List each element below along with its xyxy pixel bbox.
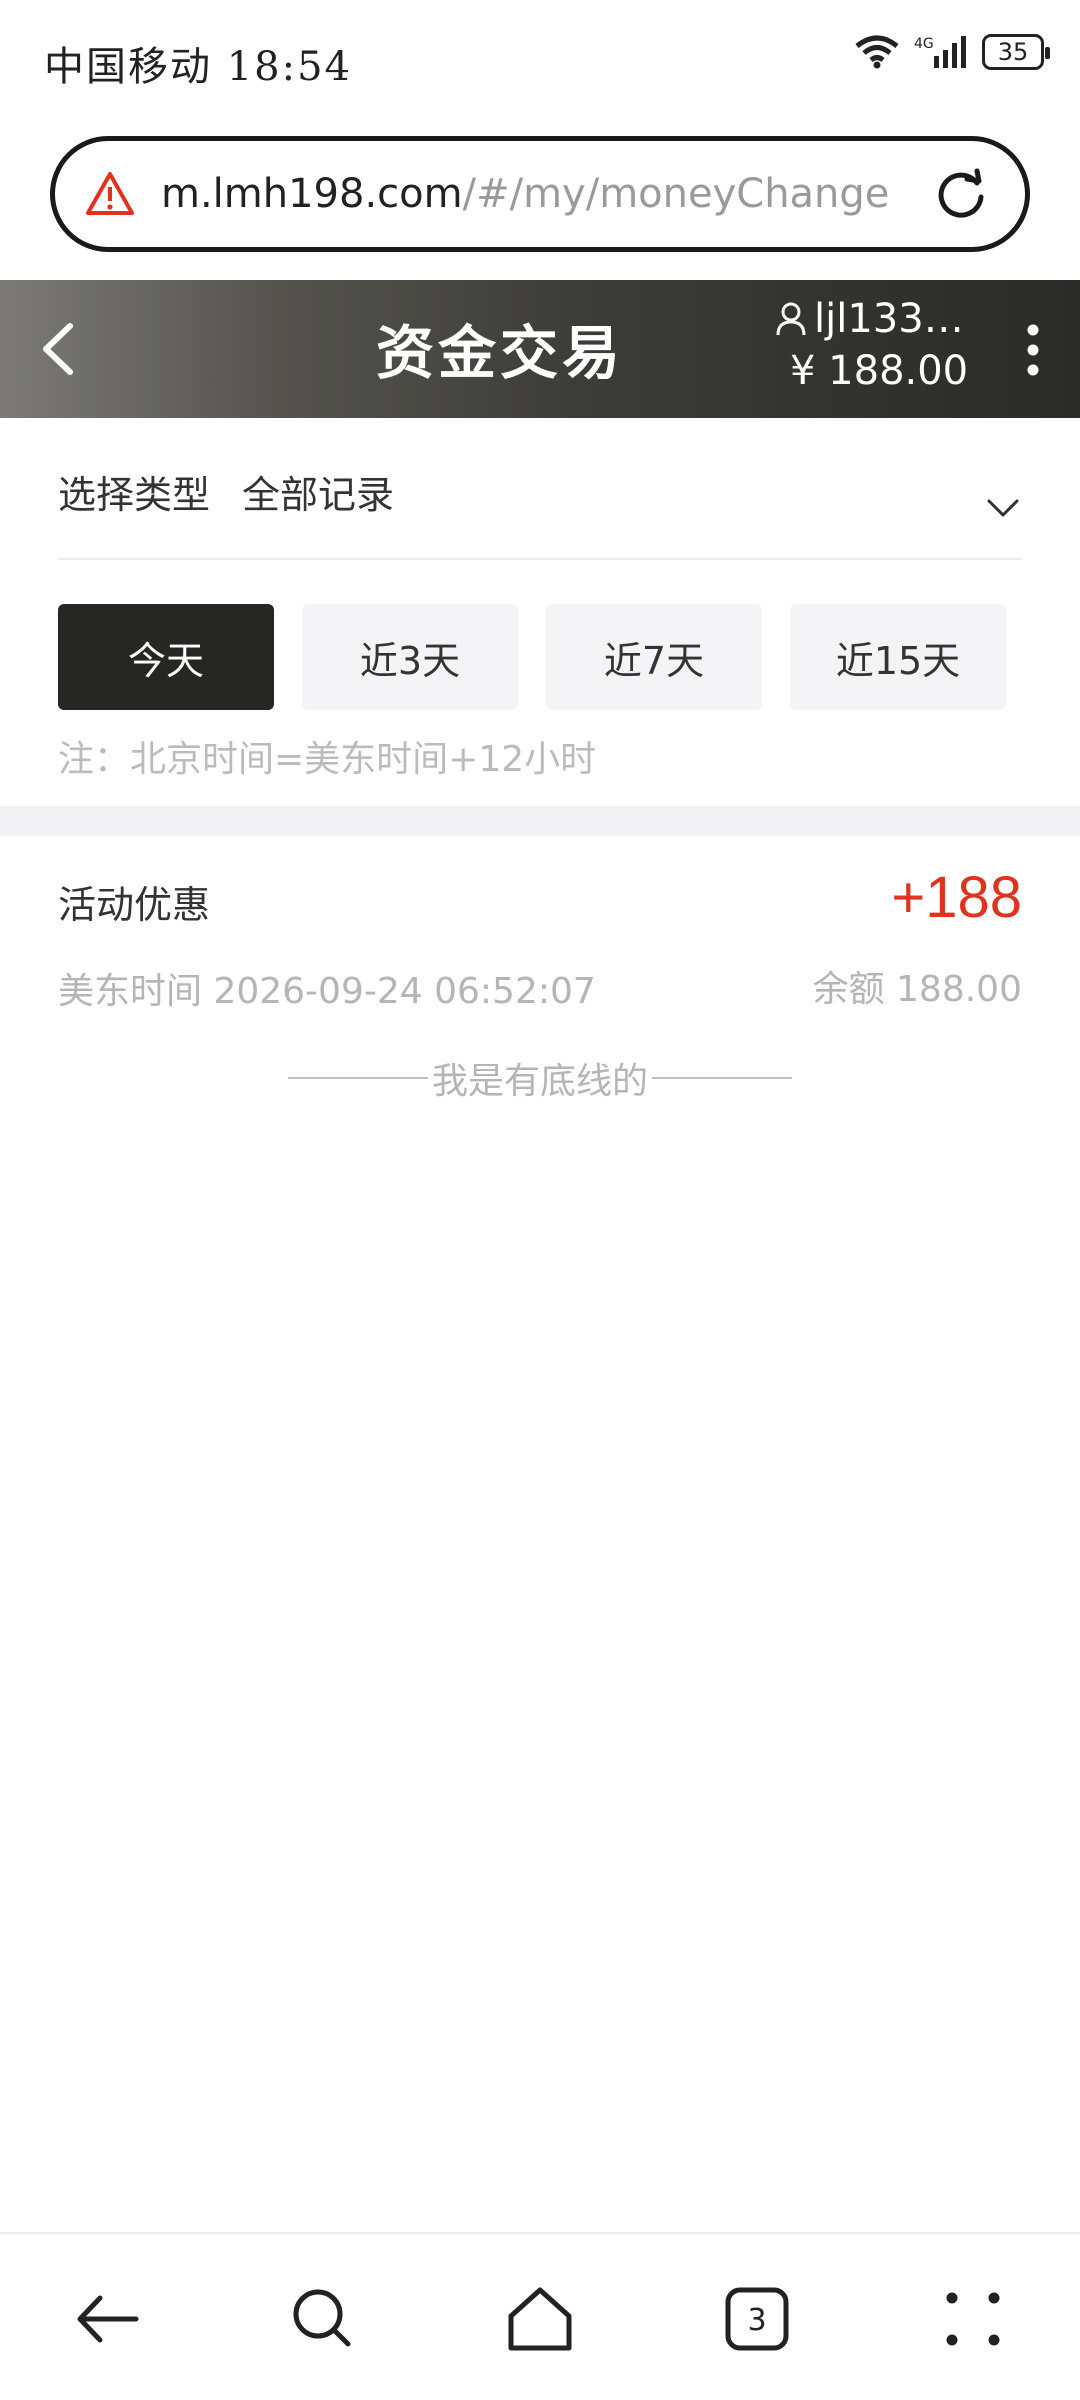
browser-bottom-nav: 3 xyxy=(0,2232,1080,2400)
record-balance: 余额 188.00 xyxy=(812,969,1022,1010)
url-text[interactable]: m.lmh198.com/#/my/moneyChange xyxy=(161,171,889,217)
nav-search-icon[interactable] xyxy=(288,2284,358,2354)
timezone-note: 注：北京时间=美东时间+12小时 xyxy=(58,739,597,780)
filter-value: 全部记录 xyxy=(242,472,395,517)
rule-left xyxy=(288,1077,428,1079)
date-range-tabs: 今天 近3天 近7天 近15天 xyxy=(58,604,1006,710)
user-info[interactable]: ljl133… ¥ 188.00 xyxy=(776,296,976,394)
status-bar: 中国移动 18:54 4G 35 xyxy=(0,0,1080,120)
page-header: 资金交易 ljl133… ¥ 188.00 xyxy=(0,280,1080,418)
carrier-time: 中国移动 18:54 xyxy=(44,44,352,90)
end-text: 我是有底线的 xyxy=(432,1061,649,1102)
url-path: /#/my/moneyChange xyxy=(462,171,890,217)
record-time: 美东时间 2026-09-24 06:52:07 xyxy=(58,971,596,1012)
username-line: ljl133… xyxy=(776,296,976,342)
filter-label: 选择类型 xyxy=(58,472,211,517)
user-icon xyxy=(776,302,806,336)
tab-7-days[interactable]: 近7天 xyxy=(546,604,762,710)
section-divider xyxy=(0,806,1080,836)
reload-icon[interactable] xyxy=(933,167,989,223)
svg-text:4G: 4G xyxy=(914,36,934,52)
record-amount: +188 xyxy=(891,865,1022,930)
signal-icon: 4G xyxy=(914,36,966,68)
nav-back-icon[interactable] xyxy=(72,2284,142,2354)
tab-today[interactable]: 今天 xyxy=(58,604,274,710)
type-selector[interactable]: 选择类型 全部记录 xyxy=(58,460,1022,560)
record-type: 活动优惠 xyxy=(58,883,211,927)
tab-3-days[interactable]: 近3天 xyxy=(302,604,518,710)
nav-home-icon[interactable] xyxy=(505,2284,575,2354)
chevron-down-icon[interactable] xyxy=(986,498,1020,518)
rule-right xyxy=(652,1077,793,1079)
header-balance: ¥ 188.00 xyxy=(790,348,969,394)
username: ljl133… xyxy=(814,296,964,342)
nav-tabs-icon[interactable]: 3 xyxy=(722,2284,792,2354)
url-domain: m.lmh198.com xyxy=(161,171,463,217)
tab-15-days[interactable]: 近15天 xyxy=(790,604,1006,710)
nav-menu-icon[interactable] xyxy=(938,2284,1008,2354)
address-bar[interactable]: m.lmh198.com/#/my/moneyChange xyxy=(50,136,1030,252)
wifi-icon xyxy=(855,35,899,69)
nav-tabs-count: 3 xyxy=(747,2303,766,2338)
battery-icon: 35 xyxy=(982,34,1050,70)
status-icons: 4G 35 xyxy=(854,34,1050,70)
end-of-list: 我是有底线的 xyxy=(288,1052,793,1104)
kebab-icon[interactable] xyxy=(1026,324,1040,376)
warning-icon[interactable] xyxy=(85,169,135,219)
